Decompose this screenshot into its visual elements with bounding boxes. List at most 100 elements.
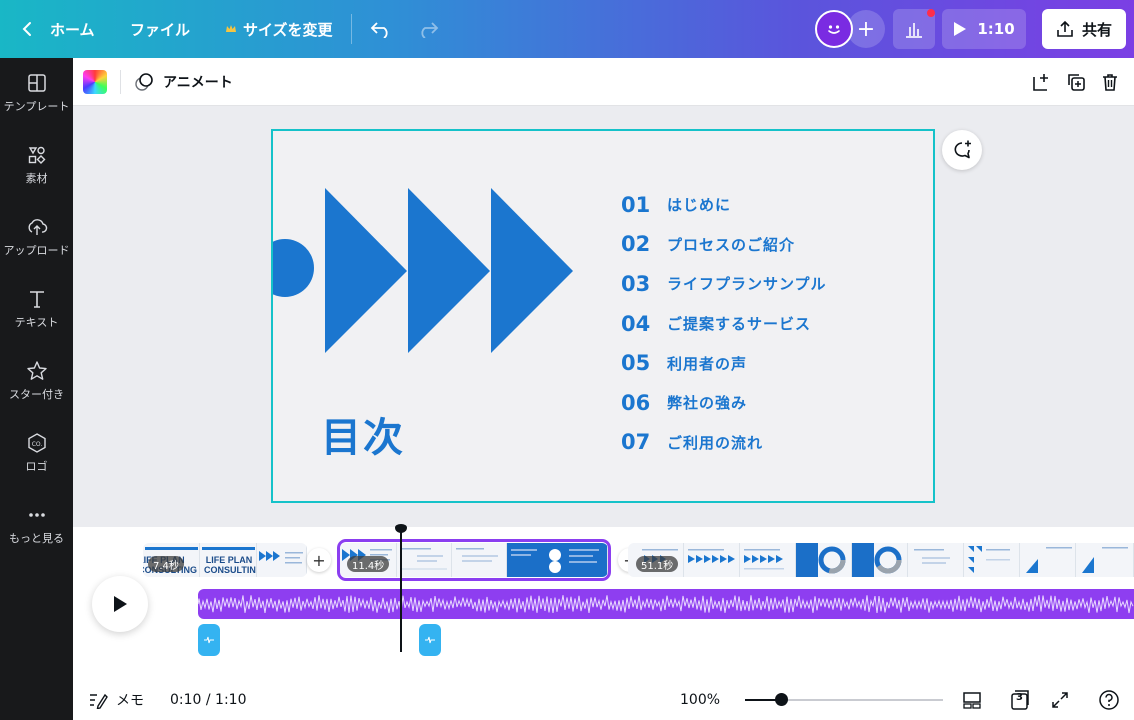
slide-title: 目次 — [321, 415, 405, 461]
toc-item: 05 利用者の声 — [621, 343, 827, 383]
arrow-graphic — [273, 188, 573, 353]
redo-button[interactable] — [417, 0, 439, 58]
toc-label: ご提案するサービス — [667, 315, 812, 334]
zoom-label: 100% — [680, 692, 721, 708]
thumb-arrows-graphic — [688, 549, 735, 563]
audio-trim-handle-right[interactable] — [419, 624, 441, 656]
duplicate-page-button[interactable] — [1064, 70, 1088, 94]
notes-label: メモ — [116, 693, 144, 709]
slide-canvas[interactable]: 目次 01 はじめに 02 プロセスのご紹介 03 ライフプランサンプル 04 ご提案す… — [271, 129, 935, 503]
animate-icon — [135, 73, 153, 91]
play-icon — [954, 22, 967, 36]
triangle-shape — [408, 188, 490, 353]
sidebar-item-more[interactable]: もっと見る — [0, 494, 73, 556]
thumb-arrows-graphic — [259, 551, 303, 564]
zoom-percentage[interactable]: 100% — [680, 684, 720, 716]
sidebar: テンプレート 素材 アップロード テキスト スター付き CO. ロゴ もっと見る — [0, 58, 73, 720]
toc-number: 06 — [621, 390, 651, 415]
toc-number: 04 — [621, 311, 651, 336]
toc-number: 01 — [621, 192, 651, 217]
delete-page-button[interactable] — [1098, 70, 1122, 94]
smiley-face-icon — [828, 25, 840, 34]
thumb-arrows-graphic — [744, 549, 784, 570]
add-transition-button[interactable]: + — [307, 548, 331, 572]
logo-icon: CO. — [27, 433, 46, 453]
thumb-donut-graphic — [796, 543, 846, 577]
crown-icon — [226, 25, 236, 32]
clip-thumbnail — [1076, 543, 1134, 577]
clip-thumbnail — [257, 543, 307, 577]
timeline-view-icon — [963, 692, 981, 709]
add-page-button[interactable] — [1029, 70, 1053, 94]
toc-item: 03 ライフプランサンプル — [621, 264, 827, 304]
fullscreen-button[interactable] — [1050, 684, 1070, 716]
share-button[interactable]: 共有 — [1042, 9, 1126, 49]
clip-thumbnail — [740, 543, 796, 577]
toc-item: 02 プロセスのご紹介 — [621, 225, 827, 265]
chevron-left-icon — [22, 22, 31, 36]
animate-button[interactable]: アニメート — [133, 58, 233, 106]
add-comment-button[interactable] — [942, 130, 982, 170]
present-button[interactable]: 1:10 — [942, 9, 1026, 49]
sidebar-item-label: ロゴ — [25, 460, 48, 473]
clip-thumbnail — [1020, 543, 1076, 577]
help-button[interactable] — [1098, 684, 1120, 716]
time-readout: 0:10 / 1:10 — [170, 692, 247, 708]
thumb-text: LIFE PLAN CONSULTING — [204, 555, 257, 575]
thumb-chart-graphic — [1026, 547, 1072, 573]
notification-dot — [927, 9, 935, 17]
toc-label: プロセスのご紹介 — [667, 235, 796, 254]
audio-waveform — [198, 595, 1134, 614]
grid-view-button[interactable] — [962, 684, 982, 716]
clip-thumbnail — [796, 543, 852, 577]
background-color-button[interactable] — [83, 70, 107, 94]
sidebar-item-label: アップロード — [3, 244, 70, 257]
toc-label: 利用者の声 — [667, 354, 748, 373]
sidebar-item-uploads[interactable]: アップロード — [0, 206, 73, 268]
home-button[interactable]: ホーム — [20, 0, 95, 58]
thumb-shapes-graphic — [968, 546, 1010, 573]
file-menu-button[interactable]: ファイル — [130, 0, 190, 58]
toc-item: 06 弊社の強み — [621, 383, 827, 423]
sidebar-item-text[interactable]: テキスト — [0, 278, 73, 340]
toc-number: 05 — [621, 351, 651, 376]
notes-pencil-icon — [90, 693, 108, 709]
toc-label: ご利用の流れ — [667, 433, 764, 452]
zoom-slider-handle[interactable] — [775, 693, 788, 706]
pages-button[interactable]: 3 — [1009, 684, 1031, 716]
waveform-small-icon — [204, 636, 214, 644]
toolbar-divider — [351, 14, 352, 44]
timeline-clip[interactable] — [628, 543, 1134, 577]
playhead[interactable] — [400, 530, 402, 652]
avatar[interactable] — [815, 10, 853, 48]
page-count: 3 — [1016, 692, 1023, 703]
star-icon — [26, 361, 47, 380]
resize-button[interactable]: サイズを変更 — [225, 0, 333, 58]
help-icon — [1099, 690, 1119, 710]
toolbar-divider — [120, 70, 121, 94]
home-label: ホーム — [50, 20, 95, 39]
context-toolbar: アニメート — [73, 58, 1134, 106]
duplicate-icon — [1068, 74, 1085, 91]
triangle-shape — [491, 188, 573, 353]
share-upload-icon — [1057, 20, 1073, 37]
audio-trim-handle-left[interactable] — [198, 624, 220, 656]
notes-button[interactable]: メモ — [88, 684, 144, 716]
undo-button[interactable] — [370, 0, 392, 58]
add-page-icon — [1033, 74, 1048, 91]
sidebar-item-logos[interactable]: CO. ロゴ — [0, 422, 73, 484]
sidebar-item-elements[interactable]: 素材 — [0, 134, 73, 196]
undo-icon — [370, 22, 388, 38]
timeline-play-button[interactable] — [92, 576, 148, 632]
sidebar-item-starred[interactable]: スター付き — [0, 350, 73, 412]
resize-label: サイズを変更 — [243, 20, 333, 39]
sidebar-item-label: 素材 — [25, 172, 48, 185]
toc-label: 弊社の強み — [667, 394, 748, 413]
sidebar-item-templates[interactable]: テンプレート — [0, 62, 73, 124]
top-bar: ホーム ファイル サイズを変更 + 1:10 共有 — [0, 0, 1134, 58]
trash-icon — [1103, 74, 1117, 91]
sidebar-item-label: もっと見る — [9, 532, 64, 545]
share-label: 共有 — [1081, 20, 1112, 39]
clip-duration: 11.4秒 — [347, 556, 390, 572]
audio-track[interactable] — [198, 589, 1134, 619]
